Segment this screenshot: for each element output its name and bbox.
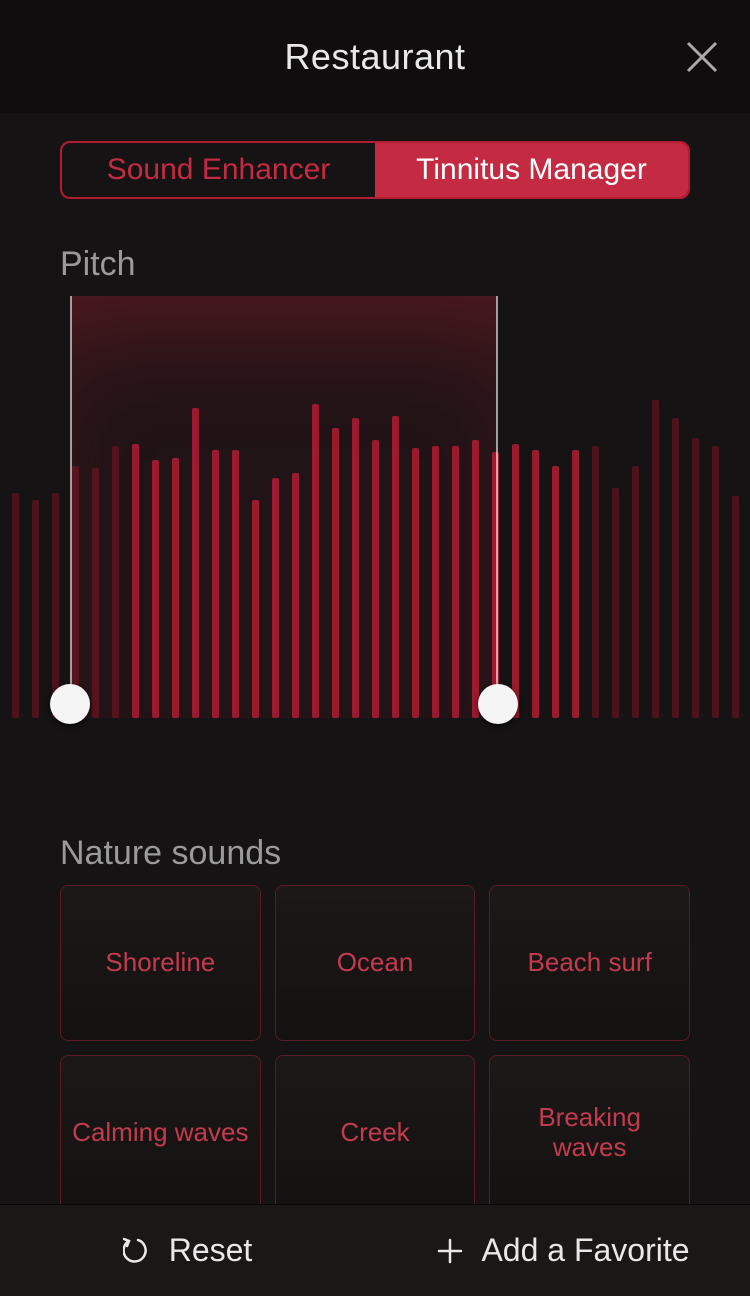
close-button[interactable] <box>678 33 726 81</box>
pitch-bar <box>692 438 699 718</box>
pitch-bar <box>532 450 539 718</box>
pitch-bar <box>632 466 639 718</box>
add-favorite-button[interactable]: Add a Favorite <box>375 1232 750 1269</box>
nature-sound-label: Creek <box>340 1118 409 1148</box>
content-area: Sound Enhancer Tinnitus Manager Pitch <box>0 113 750 284</box>
tab-tinnitus-manager[interactable]: Tinnitus Manager <box>375 143 688 197</box>
pitch-bar <box>12 493 19 718</box>
pitch-bar <box>572 450 579 718</box>
tab-label: Tinnitus Manager <box>416 153 647 187</box>
nature-sound-label: Beach surf <box>528 948 652 978</box>
reset-label: Reset <box>169 1232 253 1269</box>
nature-section-label: Nature sounds <box>60 834 690 873</box>
pitch-handles <box>0 696 750 736</box>
nature-sound-label: Ocean <box>337 948 414 978</box>
close-icon <box>684 39 720 75</box>
plus-icon <box>435 1236 465 1266</box>
pitch-bar <box>512 444 519 718</box>
nature-sound-label: Calming waves <box>72 1118 248 1148</box>
pitch-bar <box>652 400 659 718</box>
pitch-bar <box>672 418 679 718</box>
pitch-handle-low[interactable] <box>50 684 90 724</box>
nature-sound-label: Shoreline <box>105 948 215 978</box>
nature-sound-ocean[interactable]: Ocean <box>275 885 476 1041</box>
reset-button[interactable]: Reset <box>0 1232 375 1269</box>
pitch-visualizer <box>0 296 750 728</box>
nature-sound-calming-waves[interactable]: Calming waves <box>60 1055 261 1211</box>
nature-sound-creek[interactable]: Creek <box>275 1055 476 1211</box>
pitch-bar <box>32 500 39 718</box>
tab-sound-enhancer[interactable]: Sound Enhancer <box>62 143 375 197</box>
add-favorite-label: Add a Favorite <box>481 1232 689 1269</box>
nature-sound-label: Breaking waves <box>498 1103 681 1163</box>
reset-icon <box>123 1236 153 1266</box>
pitch-section-label: Pitch <box>60 245 690 284</box>
pitch-bar <box>732 496 739 718</box>
footer-toolbar: Reset Add a Favorite <box>0 1204 750 1296</box>
pitch-bar <box>52 493 59 718</box>
page-title: Restaurant <box>284 36 465 78</box>
header: Restaurant <box>0 0 750 113</box>
pitch-handle-high[interactable] <box>478 684 518 724</box>
pitch-range-window[interactable] <box>70 296 498 718</box>
pitch-bar <box>612 488 619 718</box>
pitch-bar <box>712 446 719 718</box>
active-tab-indicator-icon <box>522 197 542 199</box>
nature-sound-beach-surf[interactable]: Beach surf <box>489 885 690 1041</box>
nature-sound-shoreline[interactable]: Shoreline <box>60 885 261 1041</box>
nature-sound-breaking-waves[interactable]: Breaking waves <box>489 1055 690 1211</box>
tab-label: Sound Enhancer <box>107 153 331 187</box>
mode-tabs: Sound Enhancer Tinnitus Manager <box>60 141 690 199</box>
nature-sounds-grid: Shoreline Ocean Beach surf Calming waves Cre… <box>60 885 690 1211</box>
pitch-bar <box>552 466 559 718</box>
pitch-bar <box>592 446 599 718</box>
nature-section: Nature sounds Shoreline Ocean Beach surf Ca… <box>0 760 750 1211</box>
